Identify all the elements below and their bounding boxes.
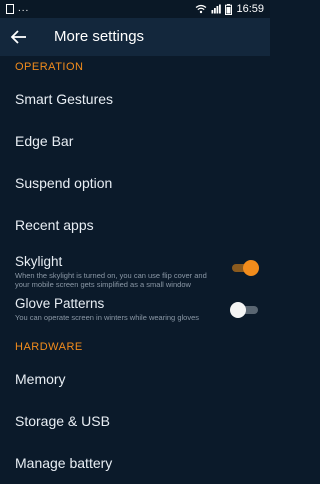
setting-label: Edge Bar [15,133,74,149]
setting-description: You can operate screen in winters while … [15,313,199,322]
setting-recent-apps[interactable]: Recent apps [0,204,270,246]
setting-label: Storage & USB [15,413,110,429]
section-header-operation: OPERATION [15,61,84,73]
file-icon [6,3,14,14]
setting-description: When the skylight is turned on, you can … [15,271,207,289]
wifi-icon [196,4,207,14]
status-left: ... [6,3,29,14]
setting-storage-usb[interactable]: Storage & USB [0,400,270,442]
setting-label: Recent apps [15,217,94,233]
toggle-knob [230,302,246,318]
app-bar: More settings [0,18,270,56]
glove-patterns-toggle[interactable] [230,302,258,318]
setting-label: Manage battery [15,455,113,471]
skylight-toggle[interactable] [232,260,259,276]
setting-edge-bar[interactable]: Edge Bar [0,120,270,162]
status-time: 16:59 [236,3,264,15]
settings-list: OPERATION Smart Gestures Edge Bar Suspen… [0,56,270,484]
setting-skylight[interactable]: Skylight When the skylight is turned on,… [0,246,270,289]
setting-label: Smart Gestures [15,91,114,107]
setting-label: Memory [15,371,66,387]
setting-smart-gestures[interactable]: Smart Gestures [0,78,270,120]
status-bar: ... 16:59 [0,0,270,18]
setting-suspend-option[interactable]: Suspend option [0,162,270,204]
back-arrow-icon[interactable] [8,26,30,48]
page-title: More settings [54,28,145,45]
setting-manage-battery[interactable]: Manage battery [0,442,270,484]
battery-icon [225,3,233,15]
signal-icon [211,4,222,14]
setting-glove-patterns[interactable]: Glove Patterns You can operate screen in… [0,288,270,330]
toggle-knob [243,260,259,276]
setting-label: Suspend option [15,175,113,191]
notification-dots: ... [18,3,30,14]
setting-memory[interactable]: Memory [0,358,270,400]
section-header-hardware: HARDWARE [15,341,83,353]
setting-label: Skylight [15,254,63,269]
setting-label: Glove Patterns [15,296,105,311]
status-right: 16:59 [195,3,264,15]
